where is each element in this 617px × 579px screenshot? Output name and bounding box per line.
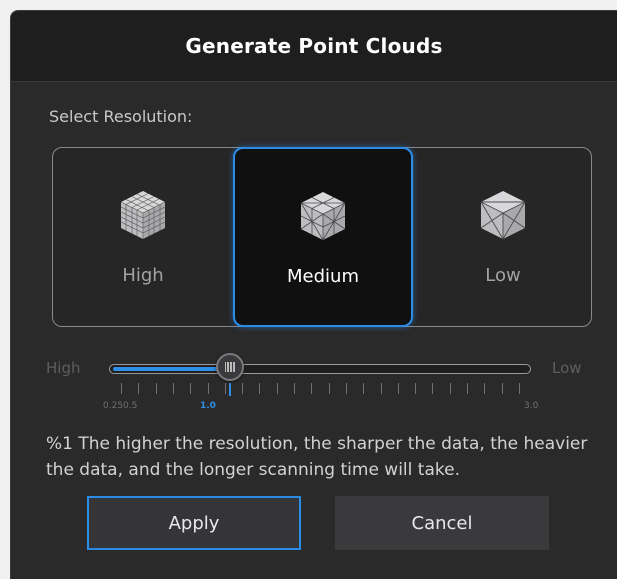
select-resolution-label: Select Resolution:: [49, 107, 193, 126]
dense-mesh-cube-icon: [120, 191, 166, 239]
slider-tick: [259, 383, 261, 394]
generate-point-clouds-dialog: Generate Point Clouds Select Resolution:…: [10, 10, 617, 579]
resolution-label-medium: Medium: [287, 266, 359, 287]
slider-tick: [138, 383, 140, 394]
resolution-options: High Medium Low: [52, 147, 592, 327]
slider-tick: [467, 383, 469, 394]
slider-tick: [397, 383, 399, 394]
slider-tick: [380, 383, 382, 394]
slider-tick: [484, 383, 486, 394]
slider-tick: [172, 383, 174, 394]
slider-tick: [501, 383, 503, 394]
grip-icon: [224, 362, 235, 372]
slider-tick: [207, 383, 209, 394]
slider-tick: [311, 383, 313, 394]
slider-tick: [190, 383, 192, 394]
resolution-slider-thumb[interactable]: [215, 353, 244, 381]
slider-tick: [224, 383, 226, 394]
resolution-label-low: Low: [485, 265, 521, 286]
slider-right-label: Low: [552, 359, 582, 377]
slider-tick-selected: [228, 383, 231, 396]
slider-tick: [121, 383, 122, 394]
resolution-note: %1 The higher the resolution, the sharpe…: [46, 434, 588, 480]
dialog-title: Generate Point Clouds: [185, 34, 443, 58]
slider-tick: [363, 383, 365, 394]
coarse-mesh-cube-icon: [480, 191, 526, 240]
slider-tick: [328, 383, 330, 394]
slider-tick: [432, 383, 434, 394]
apply-button[interactable]: Apply: [87, 496, 301, 550]
tick-label: 0.5: [123, 401, 138, 411]
slider-tick: [519, 383, 520, 394]
medium-mesh-cube-icon: [300, 192, 346, 241]
resolution-label-high: High: [122, 265, 164, 286]
slider-left-label: High: [46, 359, 81, 377]
tick-label: 0.25: [103, 401, 124, 411]
slider-tick: [345, 383, 347, 394]
dialog-titlebar: Generate Point Clouds: [11, 11, 617, 82]
slider-tick: [415, 383, 417, 394]
cancel-button[interactable]: Cancel: [335, 496, 549, 550]
tick-label-selected: 1.0: [200, 401, 216, 411]
slider-tick: [242, 383, 244, 394]
slider-tick: [276, 383, 278, 394]
resolution-option-medium[interactable]: Medium: [233, 147, 413, 327]
slider-tick: [294, 383, 296, 394]
slider-ticks: [109, 383, 531, 397]
slider-tick: [155, 383, 157, 394]
resolution-slider-fill: [113, 367, 230, 371]
tick-label: 3.0: [524, 401, 539, 411]
resolution-slider-row: High Low 0.25 0.5 1.0 3.0: [11, 353, 617, 427]
resolution-option-low[interactable]: Low: [413, 147, 593, 327]
slider-tick: [449, 383, 451, 394]
resolution-option-high[interactable]: High: [53, 147, 233, 327]
